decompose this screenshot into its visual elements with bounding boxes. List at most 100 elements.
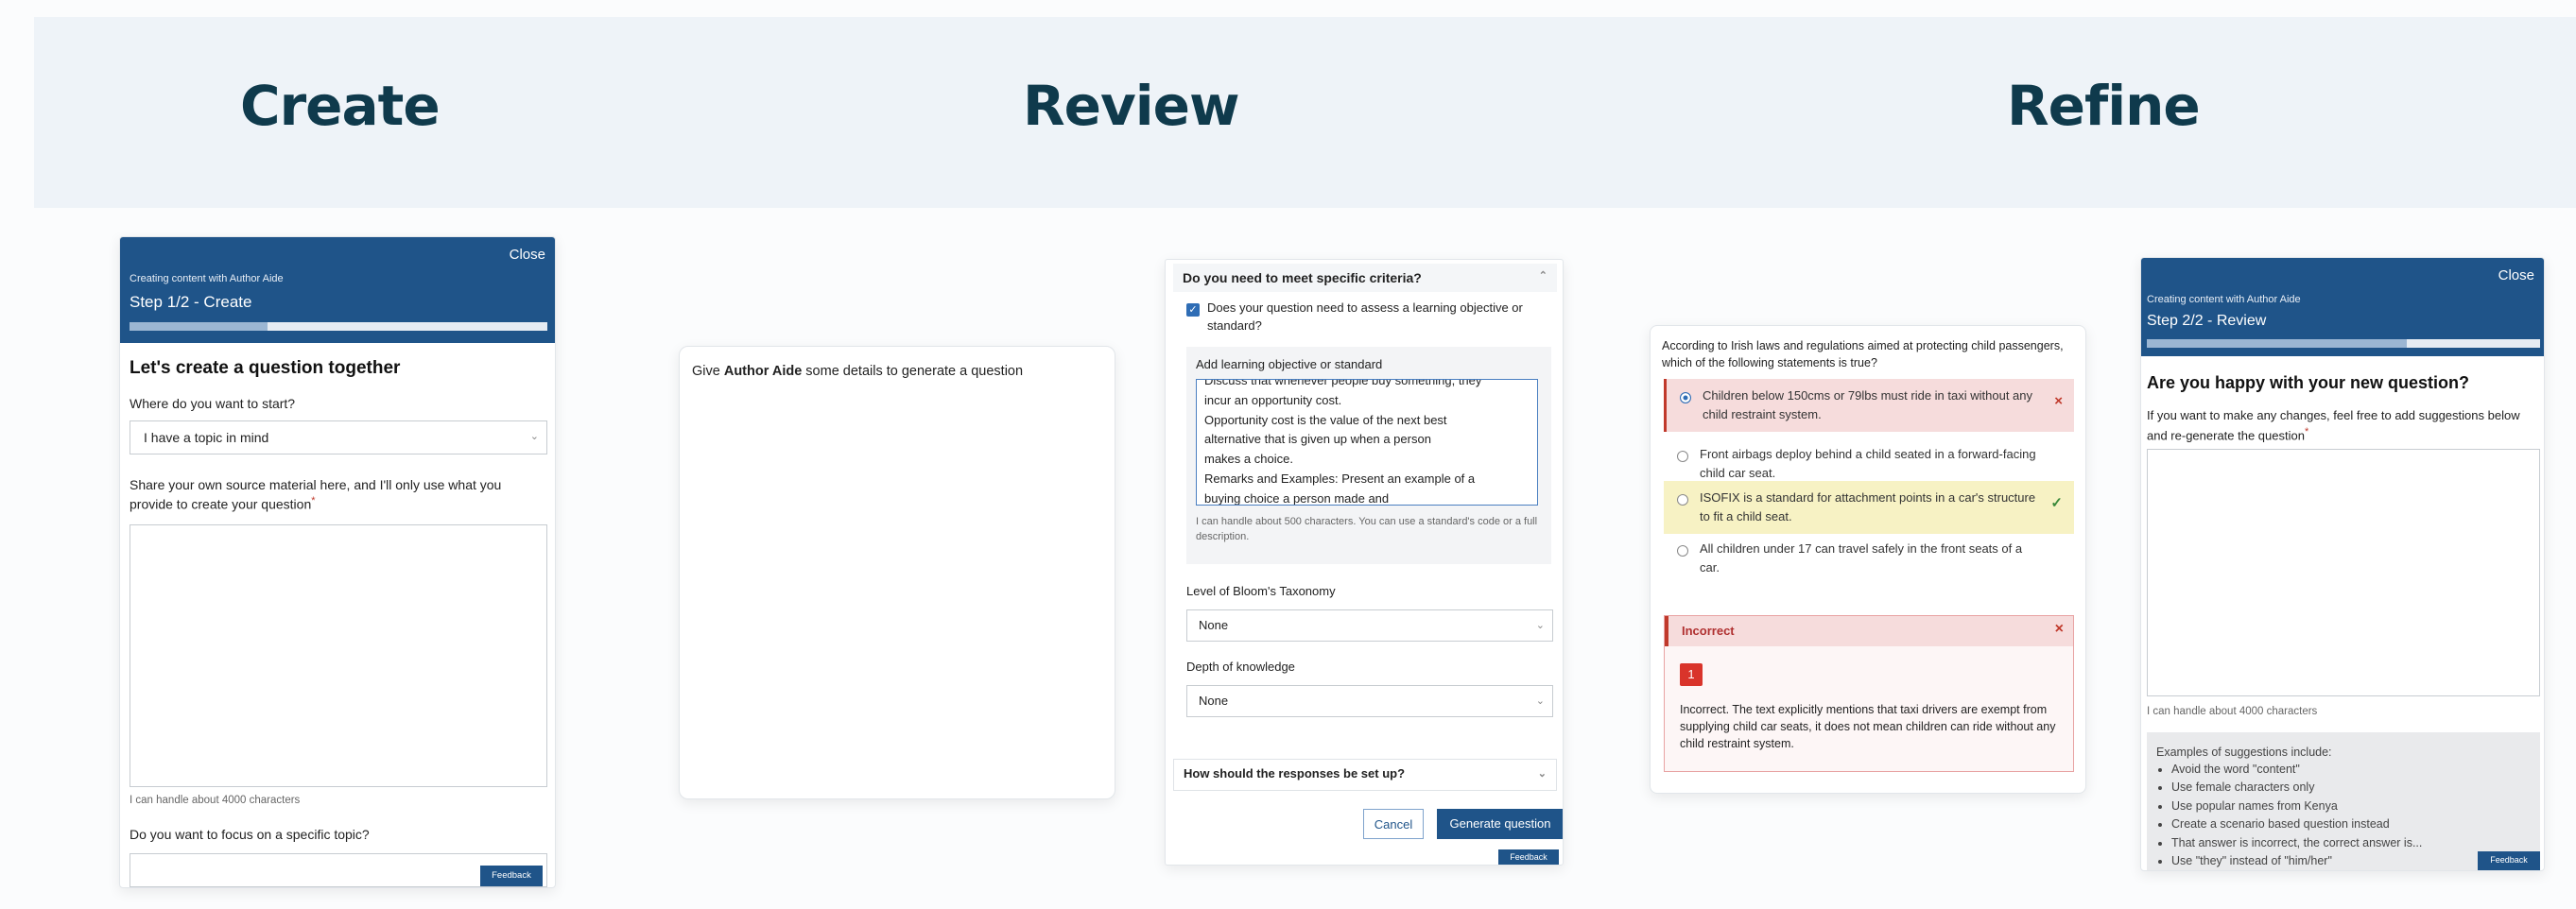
criteria-section-header[interactable]: Do you need to meet specific criteria? ⌃ bbox=[1173, 264, 1557, 292]
start-select[interactable]: I have a topic in mind ⌄ bbox=[130, 420, 547, 454]
chevron-down-icon: ⌄ bbox=[1535, 695, 1545, 707]
stage-title-create: Create bbox=[240, 74, 441, 138]
example-suggestion: Use popular names from Kenya bbox=[2171, 798, 2422, 815]
radio-button[interactable] bbox=[1677, 494, 1688, 506]
responses-section-header[interactable]: How should the responses be set up? ⌄ bbox=[1173, 759, 1557, 791]
char-limit-hint: I can handle about 4000 characters bbox=[130, 795, 301, 806]
answer-option[interactable]: Children below 150cms or 79lbs must ride… bbox=[1664, 379, 2074, 433]
radio-button[interactable] bbox=[1677, 451, 1688, 462]
objective-line: Discuss that whenever people buy somethi… bbox=[1204, 379, 1482, 387]
feedback-header: Incorrect × bbox=[1665, 616, 2073, 646]
generate-question-button[interactable]: Generate question bbox=[1437, 809, 1563, 839]
char-limit-hint: I can handle about 4000 characters bbox=[2147, 706, 2318, 717]
step-title: Step 2/2 - Review bbox=[2147, 313, 2267, 329]
objective-label: Add learning objective or standard bbox=[1196, 357, 1383, 371]
objective-text: Discuss that whenever people buy somethi… bbox=[1204, 379, 1530, 506]
answer-option-text: ISOFIX is a standard for attachment poin… bbox=[1700, 490, 2036, 524]
feedback-title: Incorrect bbox=[1682, 624, 1735, 638]
feedback-box: Incorrect × 1 Incorrect. The text explic… bbox=[1664, 615, 2074, 772]
example-suggestion: Use "they" instead of "him/her" bbox=[2171, 852, 2422, 870]
start-select-value: I have a topic in mind bbox=[144, 430, 269, 445]
responses-section-title: How should the responses be set up? bbox=[1184, 766, 1406, 780]
bloom-select-value: None bbox=[1199, 618, 1229, 632]
step-progress-fill bbox=[130, 322, 268, 331]
start-label: Where do you want to start? bbox=[130, 396, 296, 411]
step-title: Step 1/2 - Create bbox=[130, 293, 252, 311]
answer-option-text: All children under 17 can travel safely … bbox=[1700, 541, 2023, 575]
objective-box: Add learning objective or standard Discu… bbox=[1186, 347, 1551, 564]
review-prompt: Give Author Aide some details to generat… bbox=[692, 362, 1023, 382]
suggestions-textarea[interactable] bbox=[2147, 449, 2540, 696]
refine-panel-header: Close Creating content with Author Aide … bbox=[2141, 258, 2544, 356]
stage-title-review: Review bbox=[1023, 74, 1240, 138]
objective-line: makes a choice. bbox=[1204, 452, 1293, 467]
objective-textarea[interactable]: Discuss that whenever people buy somethi… bbox=[1196, 379, 1538, 506]
objective-hint: I can handle about 500 characters. You c… bbox=[1196, 516, 1538, 542]
panel-heading: Are you happy with your new question? bbox=[2147, 373, 2470, 392]
example-suggestion: That answer is incorrect, the correct an… bbox=[2171, 834, 2422, 852]
example-suggestion: Avoid the word "content" bbox=[2171, 761, 2422, 779]
required-asterisk: * bbox=[2304, 425, 2309, 437]
review-prompt-prefix: Give bbox=[692, 364, 724, 379]
answer-option-text: Front airbags deploy behind a child seat… bbox=[1700, 447, 2036, 481]
chevron-down-icon: ⌄ bbox=[1535, 620, 1545, 631]
objective-line: incur an opportunity cost. bbox=[1204, 392, 1342, 407]
tutorial-stage: Create Review Refine Close Creating cont… bbox=[0, 0, 2576, 909]
depth-select[interactable]: None ⌄ bbox=[1186, 685, 1553, 717]
objective-line: alternative that is given up when a pers… bbox=[1204, 432, 1431, 447]
step-progress-bar bbox=[2147, 339, 2540, 348]
bloom-label: Level of Bloom's Taxonomy bbox=[1186, 584, 1336, 598]
feedback-button[interactable]: Feedback bbox=[2478, 851, 2540, 870]
question-panel: According to Irish laws and regulations … bbox=[1650, 325, 2086, 794]
topic-label: Do you want to focus on a specific topic… bbox=[130, 827, 370, 842]
example-suggestion: Create a scenario based question instead bbox=[2171, 815, 2422, 833]
review-prompt-suffix: some details to generate a question bbox=[802, 364, 1024, 379]
close-button[interactable]: Close bbox=[2498, 267, 2534, 283]
panel-heading: Let's create a question together bbox=[130, 358, 401, 378]
create-panel-header: Close Creating content with Author Aide … bbox=[120, 237, 555, 343]
close-icon[interactable]: × bbox=[2055, 621, 2064, 638]
checkbox-label: Does your question need to assess a lear… bbox=[1207, 300, 1523, 333]
criteria-panel: Do you need to meet specific criteria? ⌃… bbox=[1165, 259, 1564, 866]
answer-option-text: Children below 150cms or 79lbs must ride… bbox=[1703, 388, 2033, 422]
feedback-text: Incorrect. The text explicitly mentions … bbox=[1680, 703, 2056, 751]
suggestion-examples-box: Examples of suggestions include: Avoid t… bbox=[2147, 732, 2540, 870]
feedback-number-badge: 1 bbox=[1680, 663, 1703, 686]
chevron-up-icon: ⌃ bbox=[1538, 270, 1547, 282]
depth-label: Depth of knowledge bbox=[1186, 660, 1295, 674]
create-panel: Close Creating content with Author Aide … bbox=[119, 236, 556, 888]
refine-panel: Close Creating content with Author Aide … bbox=[2140, 257, 2545, 871]
examples-title: Examples of suggestions include: bbox=[2156, 746, 2332, 759]
objective-line: Opportunity cost is the value of the nex… bbox=[1204, 412, 1447, 427]
radio-button[interactable] bbox=[1677, 545, 1688, 557]
feedback-button[interactable]: Feedback bbox=[480, 866, 543, 886]
source-material-textarea[interactable] bbox=[130, 524, 547, 787]
source-label: Share your own source material here, and… bbox=[130, 475, 545, 514]
chevron-down-icon: ⌄ bbox=[529, 431, 539, 442]
close-button[interactable]: Close bbox=[510, 247, 545, 263]
example-suggestion: Use female characters only bbox=[2171, 779, 2422, 797]
answer-option[interactable]: All children under 17 can travel safely … bbox=[1664, 532, 2074, 585]
learning-objective-checkbox[interactable]: ✓ bbox=[1186, 303, 1200, 317]
question-stem: According to Irish laws and regulations … bbox=[1662, 339, 2064, 370]
cancel-button[interactable]: Cancel bbox=[1363, 809, 1424, 839]
correct-check-icon: ✓ bbox=[2050, 495, 2063, 511]
examples-list: Avoid the word "content"Use female chara… bbox=[2171, 761, 2422, 870]
chevron-down-icon: ⌄ bbox=[1537, 768, 1547, 780]
panel-caption: Creating content with Author Aide bbox=[2147, 294, 2301, 305]
radio-button[interactable] bbox=[1680, 392, 1691, 403]
step-progress-bar bbox=[130, 322, 547, 331]
feedback-button[interactable]: Feedback bbox=[1498, 849, 1559, 865]
panel-caption: Creating content with Author Aide bbox=[130, 273, 284, 284]
stage-title-refine: Refine bbox=[2007, 74, 2201, 138]
criteria-section-title: Do you need to meet specific criteria? bbox=[1183, 270, 1422, 285]
review-prompt-brand: Author Aide bbox=[723, 364, 803, 379]
refine-intro-text: If you want to make any changes, feel fr… bbox=[2147, 408, 2520, 443]
required-asterisk: * bbox=[311, 495, 316, 507]
answer-option[interactable]: ISOFIX is a standard for attachment poin… bbox=[1664, 481, 2074, 535]
objective-line: buying choice a person made and bbox=[1204, 490, 1390, 506]
incorrect-icon: × bbox=[2054, 393, 2063, 409]
step-progress-fill bbox=[2147, 339, 2407, 348]
refine-intro: If you want to make any changes, feel fr… bbox=[2147, 407, 2534, 445]
bloom-select[interactable]: None ⌄ bbox=[1186, 609, 1553, 642]
